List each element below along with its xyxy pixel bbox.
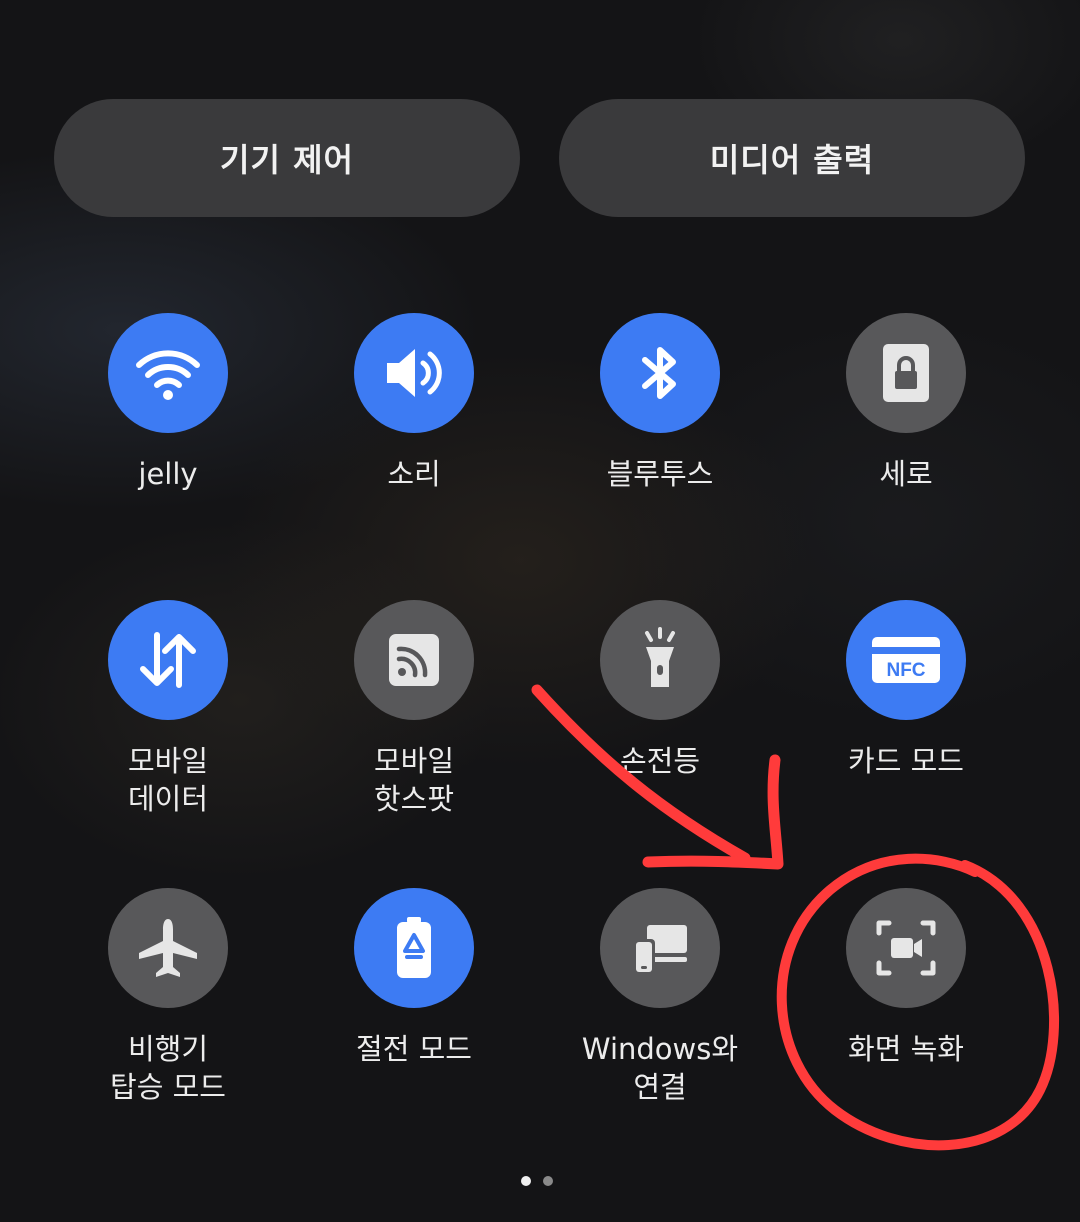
screen-record-icon (846, 888, 966, 1008)
page-indicator (521, 1176, 553, 1186)
tile-label: 화면 녹화 (848, 1032, 964, 1066)
nfc-icon-text: NFC (886, 660, 925, 681)
tile-label: 블루투스 (606, 457, 714, 491)
tile-label: 소리 (387, 457, 441, 491)
tile-label: 손전등 (619, 744, 701, 778)
tile-screen-record[interactable]: 화면 녹화 (806, 888, 1006, 1128)
device-control-button[interactable]: 기기 제어 (54, 99, 520, 217)
airplane-icon (108, 888, 228, 1008)
battery-saver-icon (354, 888, 474, 1008)
tile-label: 세로 (879, 457, 933, 491)
mobile-data-icon (108, 600, 228, 720)
tile-label: Windows와 연결 (581, 1032, 739, 1104)
page-dot-active (521, 1176, 531, 1186)
media-output-button[interactable]: 미디어 출력 (559, 99, 1025, 217)
tile-link-windows[interactable]: Windows와 연결 (560, 888, 760, 1128)
tile-portrait[interactable]: 세로 (806, 313, 1006, 553)
tile-mobile-data[interactable]: 모바일 데이터 (68, 600, 268, 840)
link-windows-icon (600, 888, 720, 1008)
bluetooth-icon (600, 313, 720, 433)
hotspot-icon (354, 600, 474, 720)
tile-bluetooth[interactable]: 블루투스 (560, 313, 760, 553)
speaker-icon (354, 313, 474, 433)
nfc-icon: NFC (846, 600, 966, 720)
tile-airplane[interactable]: 비행기 탑승 모드 (68, 888, 268, 1128)
tile-label: 모바일 핫스팟 (373, 744, 455, 816)
tile-nfc[interactable]: NFC 카드 모드 (806, 600, 1006, 840)
tile-power-saving[interactable]: 절전 모드 (314, 888, 514, 1128)
tile-flashlight[interactable]: 손전등 (560, 600, 760, 840)
tile-label: 절전 모드 (356, 1032, 472, 1066)
flashlight-icon (600, 600, 720, 720)
portrait-lock-icon (846, 313, 966, 433)
wifi-icon (108, 313, 228, 433)
tile-label: jelly (138, 457, 198, 491)
tile-label: 모바일 데이터 (127, 744, 209, 816)
tile-sound[interactable]: 소리 (314, 313, 514, 553)
tile-hotspot[interactable]: 모바일 핫스팟 (314, 600, 514, 840)
tile-wifi[interactable]: jelly (68, 313, 268, 553)
tile-label: 카드 모드 (848, 744, 964, 778)
tile-label: 비행기 탑승 모드 (110, 1032, 226, 1104)
page-dot-inactive (543, 1176, 553, 1186)
